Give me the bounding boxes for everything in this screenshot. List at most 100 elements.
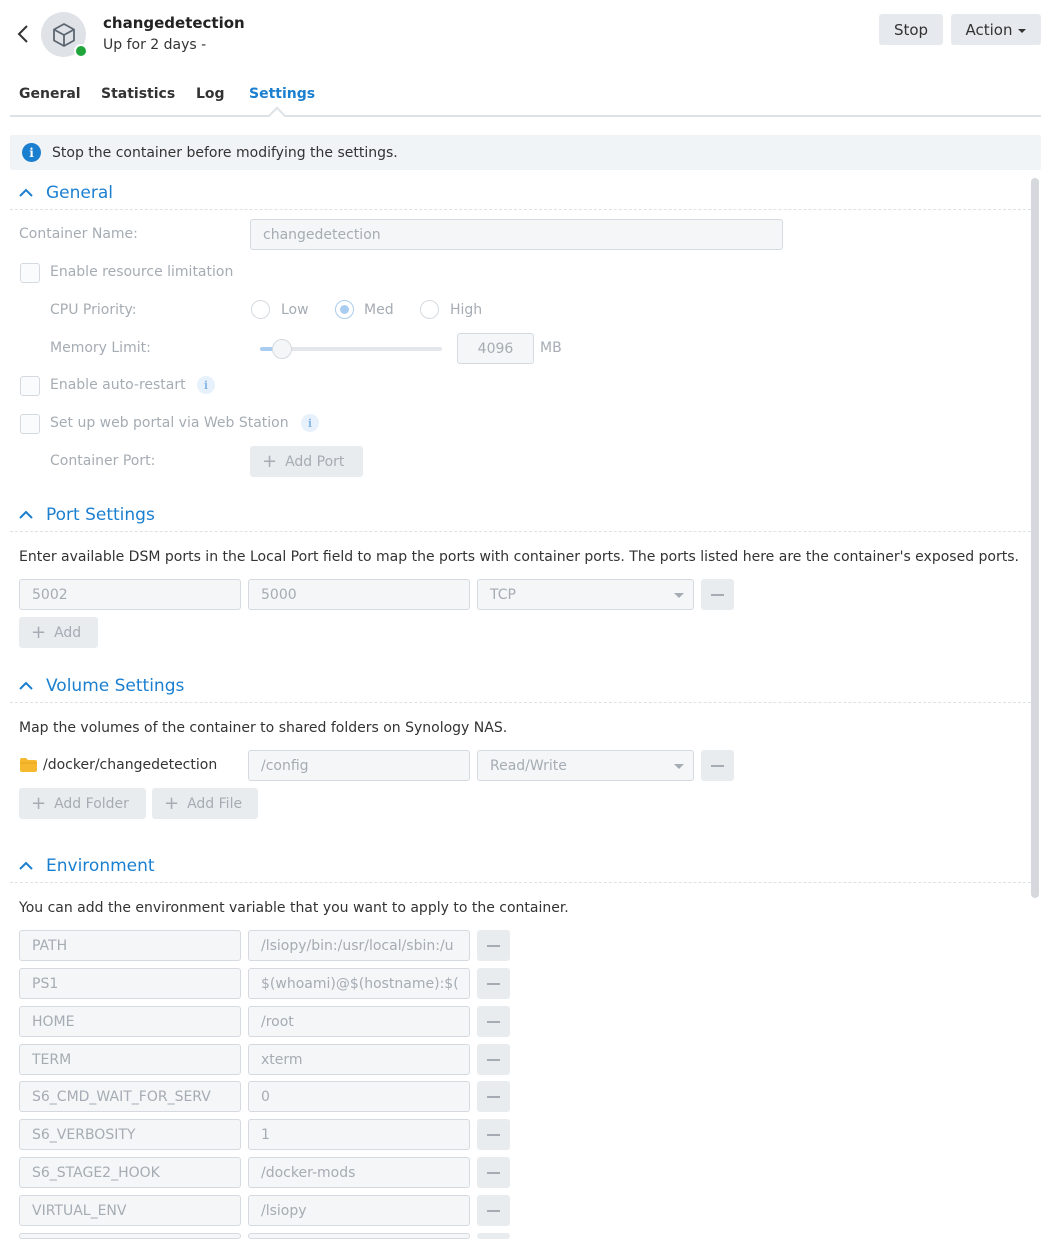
divider	[10, 531, 1031, 532]
env-key-input[interactable]: HOME	[19, 1006, 241, 1037]
env-value-value: /root	[261, 1013, 294, 1030]
tab-general[interactable]: General	[19, 86, 81, 102]
cpu-low-label: Low	[281, 302, 309, 318]
notice-text: Stop the container before modifying the …	[52, 144, 398, 161]
minus-icon	[487, 1209, 500, 1212]
protocol-value: TCP	[490, 586, 516, 603]
container-port-value: 5000	[261, 586, 297, 603]
action-button-label: Action	[965, 20, 1013, 39]
add-folder-label: Add Folder	[54, 795, 129, 812]
ports-description: Enter available DSM ports in the Local P…	[19, 549, 1019, 565]
volume-mode-select[interactable]: Read/Write	[477, 750, 694, 781]
minus-icon	[487, 1020, 500, 1023]
section-general-header[interactable]: General	[19, 182, 113, 204]
section-volumes-header[interactable]: Volume Settings	[19, 675, 184, 697]
env-key-value: HOME	[32, 1013, 75, 1030]
stop-button-label: Stop	[893, 20, 929, 39]
remove-env-button[interactable]	[477, 1081, 510, 1112]
add-port-mapping-button[interactable]: + Add	[19, 617, 98, 648]
protocol-select[interactable]: TCP	[477, 579, 694, 610]
remove-env-button[interactable]	[477, 968, 510, 999]
env-key-input[interactable]	[19, 1233, 241, 1239]
volume-folder-path: /docker/changedetection	[43, 757, 218, 773]
section-ports-header[interactable]: Port Settings	[19, 504, 155, 526]
folder-icon	[20, 758, 37, 772]
env-key-input[interactable]: S6_STAGE2_HOOK	[19, 1157, 241, 1188]
cpu-med-label: Med	[364, 302, 394, 318]
add-port-button[interactable]: + Add Port	[250, 446, 363, 477]
auto-restart-checkbox[interactable]	[20, 376, 40, 396]
section-general-title: General	[46, 183, 113, 203]
section-environment-header[interactable]: Environment	[19, 855, 155, 877]
tab-log[interactable]: Log	[196, 86, 225, 102]
plus-icon: +	[31, 792, 47, 814]
cpu-low-radio[interactable]	[251, 300, 270, 319]
memory-unit: MB	[540, 340, 562, 356]
volumes-description: Map the volumes of the container to shar…	[19, 720, 508, 736]
env-key-input[interactable]: PS1	[19, 968, 241, 999]
minus-icon	[487, 1058, 500, 1061]
chevron-up-icon	[19, 510, 33, 519]
remove-port-button[interactable]	[701, 579, 734, 610]
cpu-high-radio[interactable]	[420, 300, 439, 319]
env-value-input[interactable]: /lsiopy	[248, 1195, 470, 1226]
env-value-input[interactable]: /lsiopy/bin:/usr/local/sbin:/u	[248, 930, 470, 961]
tab-settings[interactable]: Settings	[249, 86, 315, 102]
add-label: Add	[54, 624, 82, 641]
web-portal-help-icon[interactable]: i	[301, 414, 319, 432]
env-value-value: 1	[261, 1126, 270, 1143]
env-key-input[interactable]: VIRTUAL_ENV	[19, 1195, 241, 1226]
env-value-input[interactable]: xterm	[248, 1044, 470, 1075]
env-key-value: VIRTUAL_ENV	[32, 1202, 127, 1219]
caret-down-icon	[674, 764, 684, 769]
remove-env-button[interactable]	[477, 1195, 510, 1226]
minus-icon	[711, 764, 724, 767]
mount-path-input[interactable]: /config	[248, 750, 470, 781]
env-value-input[interactable]: $(whoami)@$(hostname):$(	[248, 968, 470, 999]
remove-env-button[interactable]	[477, 1006, 510, 1037]
env-value-value: /lsiopy/bin:/usr/local/sbin:/u	[261, 937, 454, 954]
env-value-input[interactable]: /root	[248, 1006, 470, 1037]
action-dropdown-button[interactable]: Action	[951, 14, 1041, 45]
env-key-input[interactable]: S6_VERBOSITY	[19, 1119, 241, 1150]
volume-mode-value: Read/Write	[490, 757, 567, 774]
env-key-input[interactable]: PATH	[19, 930, 241, 961]
env-value-input[interactable]: 1	[248, 1119, 470, 1150]
memory-limit-input[interactable]: 4096	[457, 333, 534, 364]
remove-env-button[interactable]	[477, 1119, 510, 1150]
resource-limit-checkbox[interactable]	[20, 263, 40, 283]
memory-slider-thumb[interactable]	[272, 339, 292, 359]
auto-restart-label: Enable auto-restart	[50, 377, 186, 393]
web-portal-checkbox[interactable]	[20, 414, 40, 434]
remove-env-button[interactable]	[477, 1233, 510, 1239]
local-port-input[interactable]: 5002	[19, 579, 241, 610]
environment-description: You can add the environment variable tha…	[19, 900, 569, 916]
remove-volume-button[interactable]	[701, 750, 734, 781]
memory-slider[interactable]	[260, 339, 442, 359]
container-name-input[interactable]: changedetection	[250, 219, 783, 250]
add-file-button[interactable]: + Add File	[152, 788, 258, 819]
env-value-input[interactable]: /docker-mods	[248, 1157, 470, 1188]
back-chevron-icon[interactable]	[14, 22, 32, 46]
add-file-label: Add File	[187, 795, 243, 812]
add-folder-button[interactable]: + Add Folder	[19, 788, 146, 819]
env-key-input[interactable]: TERM	[19, 1044, 241, 1075]
remove-env-button[interactable]	[477, 1157, 510, 1188]
resource-limit-label: Enable resource limitation	[50, 264, 234, 280]
tab-statistics[interactable]: Statistics	[101, 86, 175, 102]
env-key-input[interactable]: S6_CMD_WAIT_FOR_SERV	[19, 1081, 241, 1112]
cpu-med-radio[interactable]	[335, 300, 354, 319]
auto-restart-help-icon[interactable]: i	[197, 376, 215, 394]
env-value-input[interactable]	[248, 1233, 470, 1239]
stop-button[interactable]: Stop	[879, 14, 943, 45]
remove-env-button[interactable]	[477, 930, 510, 961]
scrollbar[interactable]	[1031, 178, 1039, 898]
running-status-dot	[74, 44, 88, 58]
memory-limit-label: Memory Limit:	[50, 340, 151, 356]
env-value-input[interactable]: 0	[248, 1081, 470, 1112]
container-port-input[interactable]: 5000	[248, 579, 470, 610]
uptime-text: Up for 2 days -	[103, 37, 207, 53]
remove-env-button[interactable]	[477, 1044, 510, 1075]
env-value-value: /lsiopy	[261, 1202, 307, 1219]
web-portal-label: Set up web portal via Web Station	[50, 415, 289, 431]
